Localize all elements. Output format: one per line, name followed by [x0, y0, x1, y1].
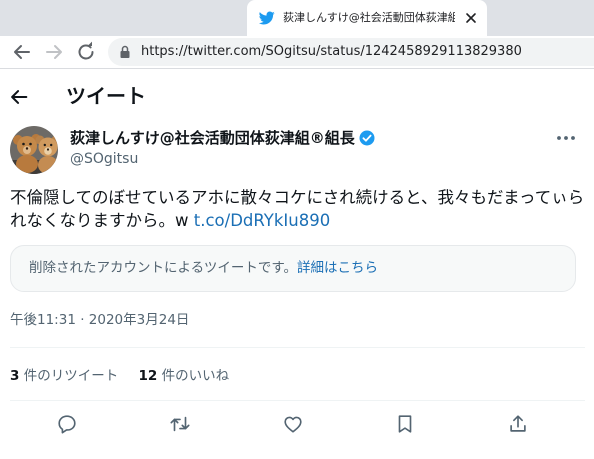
reply-icon[interactable]: [56, 413, 78, 435]
deleted-tweet-card: 削除されたアカウントによるツイートです。詳細はこちら: [10, 245, 576, 292]
tweet-timestamp[interactable]: 午後11:31 · 2020年3月24日: [10, 311, 189, 329]
likes-count: 12: [138, 368, 158, 384]
lock-icon[interactable]: [118, 45, 132, 59]
likes-stat[interactable]: 12 件のいいね: [139, 367, 230, 385]
twitter-bird-icon: [259, 11, 275, 25]
deleted-card-message: 削除されたアカウントによるツイートです。: [29, 260, 297, 276]
author-handle[interactable]: @SOgitsu: [70, 150, 138, 168]
tweet-stats: 3 件のリツイート 12 件のいいね: [10, 367, 245, 385]
display-name[interactable]: 荻津しんすけ@社会活動団体荻津組®組長: [70, 129, 355, 147]
tweet-text: 不倫隠してのぼせているアホに散々コケにされ続けると、我々もだまってぃられなくなり…: [10, 186, 585, 232]
divider: [10, 347, 585, 348]
divider: [10, 400, 585, 401]
back-icon[interactable]: [10, 40, 34, 64]
browser-tabstrip: 荻津しんすけ@社会活動団体荻津組: [0, 0, 594, 36]
learn-more-link[interactable]: 詳細はこちら: [297, 260, 378, 276]
author-name-row[interactable]: 荻津しんすけ@社会活動団体荻津組®組長: [70, 128, 376, 148]
browser-tab[interactable]: 荻津しんすけ@社会活動団体荻津組: [247, 0, 487, 36]
close-tab-icon[interactable]: [463, 10, 479, 26]
browser-toolbar: https://twitter.com/SOgitsu/status/12424…: [0, 36, 594, 68]
reload-icon[interactable]: [74, 40, 98, 64]
share-icon[interactable]: [507, 413, 529, 435]
bookmark-icon[interactable]: [394, 413, 416, 435]
tab-title: 荻津しんすけ@社会活動団体荻津組: [283, 11, 455, 24]
retweet-icon[interactable]: [169, 413, 191, 435]
deleted-card-text: 削除されたアカウントによるツイートです。詳細はこちら: [29, 259, 378, 277]
likes-label: 件のいいね: [157, 368, 230, 384]
retweets-label: 件のリツイート: [19, 368, 119, 384]
teddy-bears-image: [10, 126, 58, 174]
avatar[interactable]: [10, 126, 58, 174]
forward-icon[interactable]: [42, 40, 66, 64]
page-title: ツイート: [66, 84, 146, 108]
back-arrow-icon[interactable]: [8, 86, 30, 108]
tweet-link[interactable]: t.co/DdRYkIu890: [194, 211, 330, 230]
address-bar[interactable]: https://twitter.com/SOgitsu/status/12424…: [108, 38, 594, 66]
url-text: https://twitter.com/SOgitsu/status/12424…: [141, 44, 522, 59]
verified-badge-icon: [359, 130, 375, 146]
like-icon[interactable]: [282, 413, 304, 435]
tweet-page-header: ツイート: [0, 69, 594, 122]
retweets-count: 3: [10, 368, 20, 384]
more-options-icon[interactable]: [555, 129, 577, 147]
retweets-stat[interactable]: 3 件のリツイート: [10, 367, 118, 385]
